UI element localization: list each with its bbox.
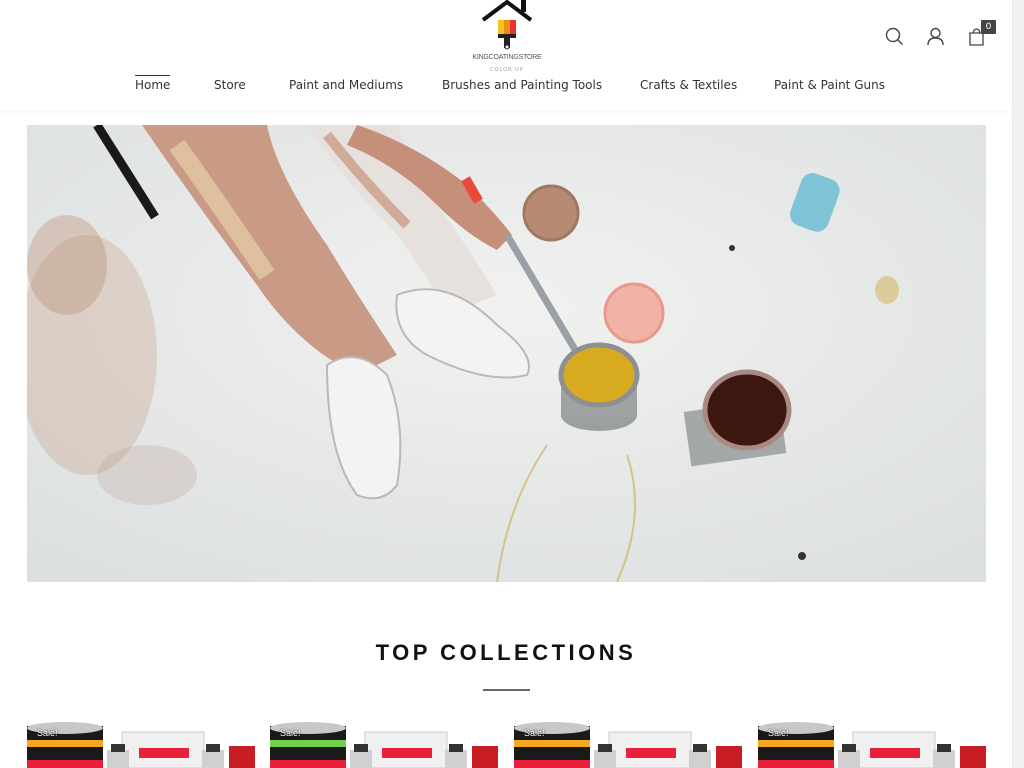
nav-item-brushes-and-painting-tools[interactable]: Brushes and Painting Tools	[442, 76, 602, 94]
page: KINGCOATINGSTORE COLOR UP 0 Home Store P…	[0, 0, 1012, 768]
section-divider	[483, 689, 530, 691]
collections-grid: Sale! Sale! Sale! Sale!	[27, 722, 986, 768]
store-logo[interactable]: KINGCOATINGSTORE COLOR UP	[466, 0, 548, 76]
product-image	[514, 722, 742, 768]
hero-image	[27, 125, 986, 582]
account-icon	[927, 27, 944, 46]
main-nav: Home Store Paint and Mediums Brushes and…	[0, 75, 1012, 96]
search-icon	[885, 27, 903, 45]
sale-badge: Sale!	[280, 728, 301, 738]
header-icons: 0	[884, 20, 996, 50]
site-header: KINGCOATINGSTORE COLOR UP 0 Home Store P…	[0, 0, 1012, 110]
hero-banner[interactable]	[27, 125, 986, 582]
nav-item-paint-and-paint-guns[interactable]: Paint & Paint Guns	[774, 76, 885, 94]
cart-count-badge: 0	[981, 20, 996, 34]
cart-button[interactable]: 0	[966, 20, 996, 48]
nav-item-crafts-and-textiles[interactable]: Crafts & Textiles	[640, 76, 737, 94]
collection-card[interactable]: Sale!	[514, 722, 742, 768]
sale-badge: Sale!	[37, 728, 58, 738]
collection-card[interactable]: Sale!	[270, 722, 498, 768]
logo-house-brush-icon	[481, 0, 533, 50]
search-button[interactable]	[884, 26, 905, 48]
collection-card[interactable]: Sale!	[758, 722, 986, 768]
page-scrollbar[interactable]	[1012, 0, 1024, 768]
section-title: TOP COLLECTIONS	[375, 640, 637, 665]
store-tagline: COLOR UP	[490, 67, 524, 73]
product-image	[270, 722, 498, 768]
product-image	[758, 722, 986, 768]
collection-card[interactable]: Sale!	[27, 722, 255, 768]
sale-badge: Sale!	[768, 728, 789, 738]
nav-item-home[interactable]: Home	[135, 75, 171, 94]
sale-badge: Sale!	[524, 728, 545, 738]
nav-item-store[interactable]: Store	[214, 76, 246, 94]
product-image	[27, 722, 255, 768]
nav-item-paint-and-mediums[interactable]: Paint and Mediums	[289, 76, 403, 94]
account-button[interactable]	[925, 26, 946, 48]
store-name: KINGCOATINGSTORE	[472, 54, 542, 61]
